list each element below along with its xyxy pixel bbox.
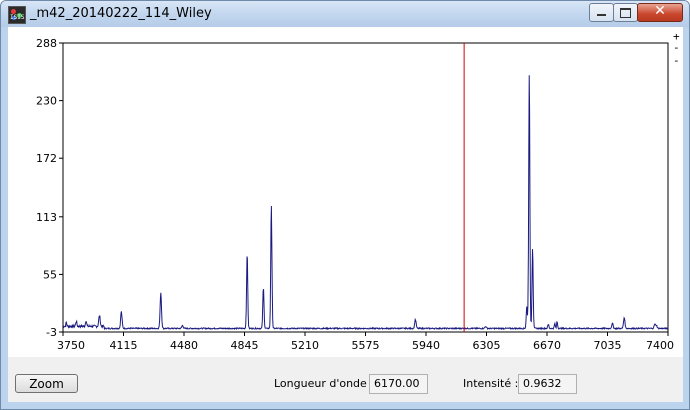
isis-app-icon[interactable]: ISIS bbox=[8, 6, 26, 24]
plot-frame bbox=[62, 42, 669, 333]
intensity-value: 0.9632 bbox=[518, 374, 577, 394]
window-title: _m42_20140222_114_Wiley bbox=[30, 6, 212, 21]
x-tick-label: 5575 bbox=[352, 339, 380, 352]
maximize-icon bbox=[620, 8, 631, 18]
x-tick-label: 5940 bbox=[412, 339, 440, 352]
y-tick-label: 230 bbox=[36, 95, 57, 108]
x-tick-label: 7400 bbox=[646, 339, 674, 352]
zoom-button[interactable]: Zoom bbox=[15, 374, 78, 393]
x-tick-label: 4845 bbox=[231, 339, 259, 352]
wavelength-label: Longueur d'onde : bbox=[274, 377, 375, 390]
x-tick-label: 6670 bbox=[533, 339, 561, 352]
x-tick-label: 4115 bbox=[110, 339, 138, 352]
x-tick-label: 7035 bbox=[594, 339, 622, 352]
close-button[interactable]: ✕ bbox=[637, 3, 683, 22]
app-window: ISIS _m42_20140222_114_Wiley ✕ -3 55 113 17… bbox=[0, 0, 690, 410]
y-tick-label: 288 bbox=[36, 37, 57, 50]
client-area: -3 55 113 172 230 288 3750 4115 4480 4845 5210 5575… bbox=[8, 27, 683, 402]
y-tick-label: 55 bbox=[43, 268, 57, 281]
status-bar: Zoom Longueur d'onde : 6170.00 Intensité… bbox=[8, 367, 683, 402]
maximize-button[interactable] bbox=[613, 3, 638, 22]
title-bar[interactable]: ISIS _m42_20140222_114_Wiley ✕ bbox=[1, 1, 689, 27]
spectrum-chart[interactable]: -3 55 113 172 230 288 3750 4115 4480 4845 5210 5575… bbox=[8, 27, 683, 357]
zoom-out-control[interactable]: -- bbox=[673, 41, 683, 67]
close-icon: ✕ bbox=[654, 3, 666, 19]
intensity-label: Intensité : bbox=[463, 377, 519, 390]
minimize-icon bbox=[597, 14, 606, 16]
minimize-button[interactable] bbox=[589, 3, 614, 22]
x-tick-label: 4480 bbox=[170, 339, 198, 352]
x-tick-label: 6305 bbox=[473, 339, 501, 352]
wavelength-value: 6170.00 bbox=[369, 374, 428, 394]
x-tick-label: 3750 bbox=[57, 339, 85, 352]
y-tick-label: 113 bbox=[36, 211, 57, 224]
y-tick-label: 172 bbox=[36, 152, 57, 165]
spectrum-svg[interactable]: -3 55 113 172 230 288 3750 4115 4480 4845 5210 5575… bbox=[8, 27, 683, 357]
x-tick-label: 5210 bbox=[291, 339, 319, 352]
y-tick-label: -3 bbox=[46, 326, 57, 339]
